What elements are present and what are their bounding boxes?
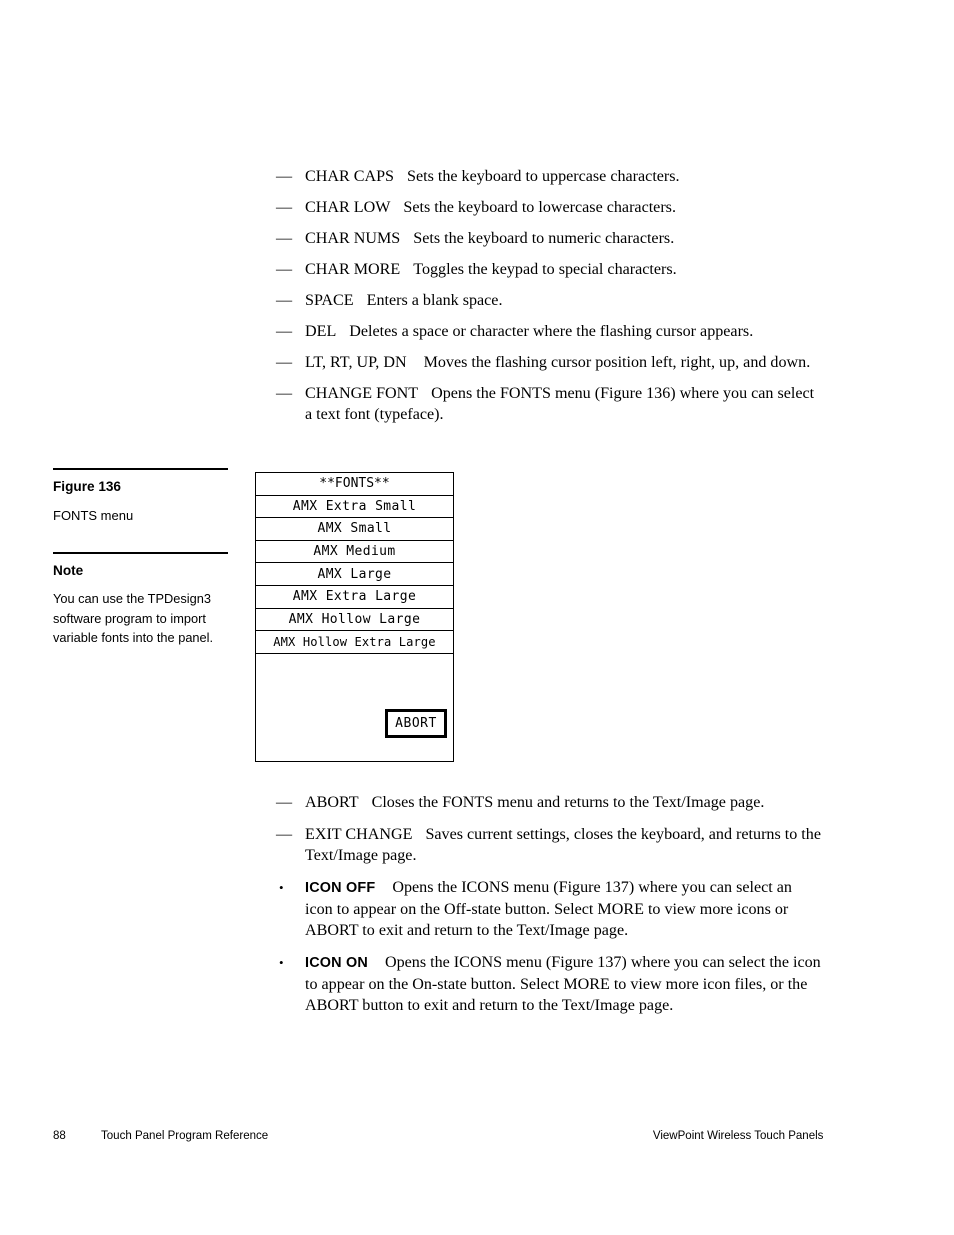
em-dash-marker: — <box>276 794 293 811</box>
fonts-menu-title: **FONTS** <box>256 473 453 496</box>
em-dash-marker: — <box>276 385 293 402</box>
em-dash-marker: — <box>276 261 293 278</box>
fonts-menu-item-hollow-large[interactable]: AMX Hollow Large <box>256 609 453 632</box>
list-item: — EXIT CHANGE Saves current settings, clo… <box>276 824 821 866</box>
list-item-description: Sets the keyboard to numeric characters. <box>413 230 675 247</box>
list-item-term: ICON ON <box>305 955 368 971</box>
margin-column: Figure 136 FONTS menu Note You can use t… <box>53 468 228 648</box>
list-item-description: Moves the flashing cursor position left,… <box>423 354 811 371</box>
list-item-term: LT, RT, UP, DN <box>305 354 407 371</box>
note-divider-rule <box>53 552 228 554</box>
fonts-menu-item-large[interactable]: AMX Large <box>256 563 453 586</box>
list-item-term: CHANGE FONT <box>305 385 419 402</box>
em-dash-marker: — <box>276 168 293 185</box>
em-dash-marker: — <box>276 323 293 340</box>
abort-button[interactable]: ABORT <box>385 708 447 738</box>
fonts-menu-panel: **FONTS** AMX Extra Small AMX Small AMX … <box>255 472 454 762</box>
fonts-menu-item-extra-large[interactable]: AMX Extra Large <box>256 586 453 609</box>
list-item-term: CHAR MORE <box>305 261 401 278</box>
list-item-term: EXIT CHANGE <box>305 826 413 843</box>
figure-divider-rule <box>53 468 228 470</box>
figure-caption: FONTS menu <box>53 508 134 523</box>
fonts-menu-item-hollow-extra-large[interactable]: AMX Hollow Extra Large <box>256 631 453 654</box>
list-item: — CHANGE FONT Opens the FONTS menu (Figur… <box>276 383 821 425</box>
page-number: 88 <box>53 1128 66 1142</box>
list-item-term: CHAR CAPS <box>305 168 394 185</box>
list-item-term: DEL <box>305 323 337 340</box>
list-item: — CHAR MORE Toggles the keypad to special… <box>276 259 821 280</box>
em-dash-marker: — <box>276 199 293 216</box>
page-footer: 88 Touch Panel Program Reference ViewPoi… <box>53 1128 823 1142</box>
list-item-term: CHAR NUMS <box>305 230 401 247</box>
fonts-menu-item-extra-small[interactable]: AMX Extra Small <box>256 496 453 519</box>
list-item: — SPACE Enters a blank space. <box>276 290 821 311</box>
list-item-term: ICON OFF <box>305 880 376 896</box>
bullet-marker: • <box>279 880 284 895</box>
list-item-description: Opens the ICONS menu (Figure 137) where … <box>305 954 821 1014</box>
list-item-description: Sets the keyboard to lowercase character… <box>403 199 676 216</box>
list-item: • ICON OFF Opens the ICONS menu (Figure 1… <box>276 877 821 941</box>
list-item-description: Deletes a space or character where the f… <box>349 323 754 340</box>
list-item-description: Toggles the keypad to special characters… <box>413 261 677 278</box>
figure-label: Figure 136 <box>53 479 121 494</box>
fonts-menu-empty-area: ABORT <box>256 654 453 760</box>
em-dash-marker: — <box>276 230 293 247</box>
list-item-description: Opens the ICONS menu (Figure 137) where … <box>305 879 792 939</box>
note-body: You can use the TPDesign3 software progr… <box>53 591 214 645</box>
fonts-menu-item-small[interactable]: AMX Small <box>256 518 453 541</box>
em-dash-marker: — <box>276 354 293 371</box>
list-item-description: Sets the keyboard to uppercase character… <box>407 168 680 185</box>
bottom-description-list: — ABORT Closes the FONTS menu and returns… <box>276 792 821 1027</box>
list-item: • ICON ON Opens the ICONS menu (Figure 13… <box>276 952 821 1016</box>
list-item: — DEL Deletes a space or character where … <box>276 321 821 342</box>
list-item: — CHAR LOW Sets the keyboard to lowercase… <box>276 197 821 218</box>
footer-document-title: Touch Panel Program Reference <box>101 1128 269 1142</box>
list-item: — LT, RT, UP, DN Moves the flashing curso… <box>276 352 821 373</box>
bullet-marker: • <box>279 955 284 970</box>
em-dash-marker: — <box>276 292 293 309</box>
list-item-term: SPACE <box>305 292 354 309</box>
list-item-term: ABORT <box>305 794 359 811</box>
list-item-description: Closes the FONTS menu and returns to the… <box>371 794 765 811</box>
note-label: Note <box>53 563 84 578</box>
list-item-term: CHAR LOW <box>305 199 391 216</box>
fonts-menu-item-medium[interactable]: AMX Medium <box>256 541 453 564</box>
list-item: — CHAR CAPS Sets the keyboard to uppercas… <box>276 166 821 187</box>
list-item-description: Enters a blank space. <box>366 292 503 309</box>
em-dash-marker: — <box>276 826 293 843</box>
top-description-list: — CHAR CAPS Sets the keyboard to uppercas… <box>276 166 821 435</box>
list-item: — CHAR NUMS Sets the keyboard to numeric … <box>276 228 821 249</box>
list-item: — ABORT Closes the FONTS menu and returns… <box>276 792 821 813</box>
footer-product-name: ViewPoint Wireless Touch Panels <box>652 1128 823 1142</box>
